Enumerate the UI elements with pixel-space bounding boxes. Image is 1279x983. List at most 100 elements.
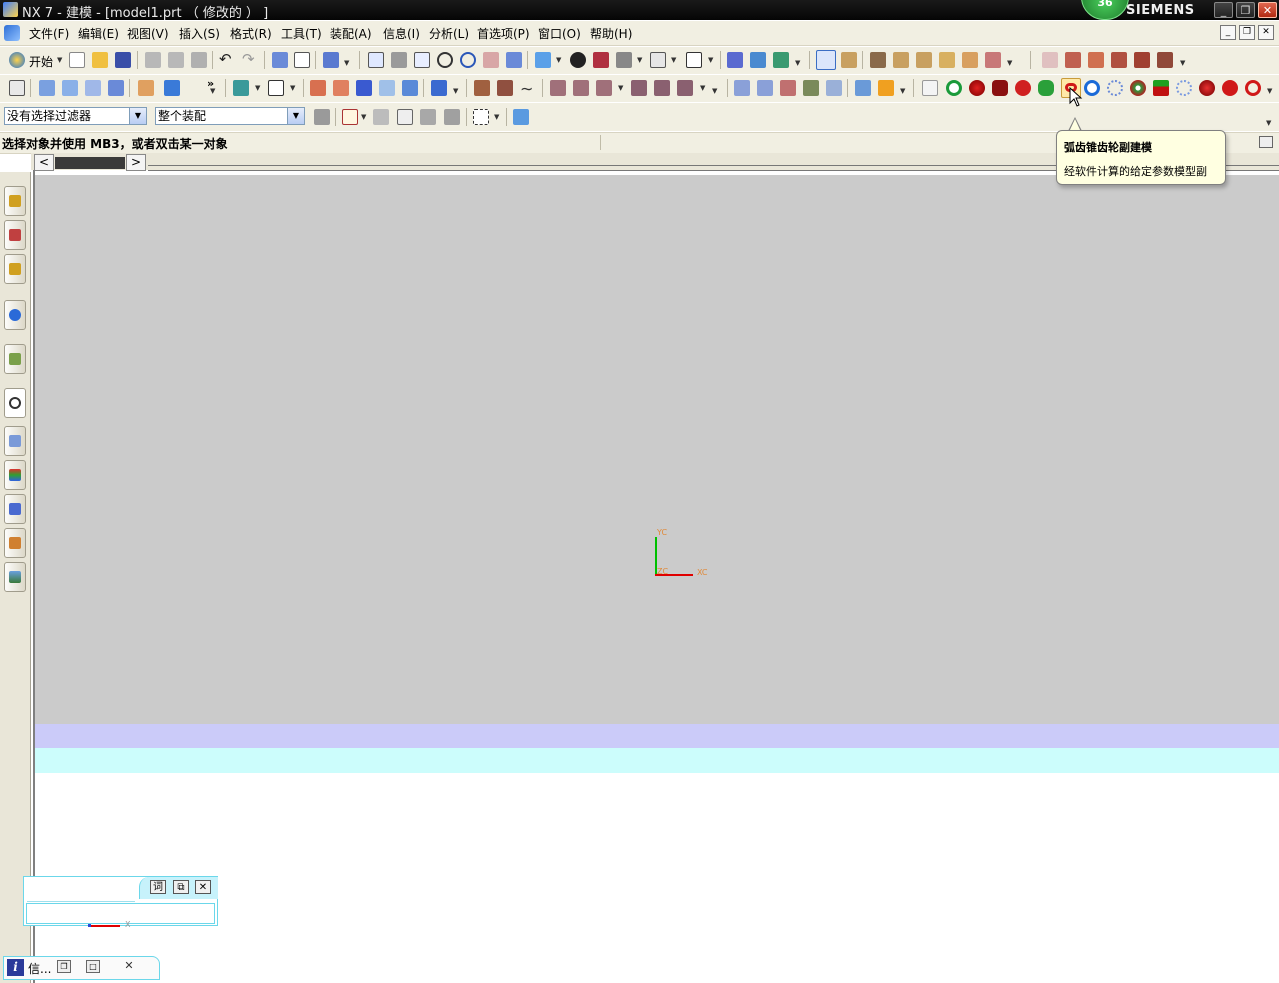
menu-help[interactable]: 帮助(H) [590, 25, 632, 42]
menu-insert[interactable]: 插入(S) [179, 25, 220, 42]
menu-tools[interactable]: 工具(T) [281, 25, 322, 42]
status-toggle-icon[interactable] [1259, 136, 1273, 148]
assembly-navigator-tab[interactable] [4, 186, 26, 216]
save-icon[interactable] [115, 52, 131, 68]
sprocket-icon[interactable] [1107, 80, 1123, 96]
extend-curve-icon[interactable] [654, 80, 670, 96]
deviation-icon[interactable] [1088, 52, 1104, 68]
pad-icon[interactable] [379, 80, 395, 96]
layer-settings-icon[interactable] [650, 52, 666, 68]
gear-train-icon[interactable] [1153, 80, 1169, 96]
notification-badge[interactable]: 36 [1081, 0, 1129, 20]
chevron-down-icon[interactable]: ▼ [129, 108, 146, 124]
new-file-icon[interactable] [69, 52, 85, 68]
ring-gear-icon[interactable] [1084, 80, 1100, 96]
constraint-navigator-tab[interactable] [4, 220, 26, 250]
block-icon[interactable] [108, 80, 124, 96]
chain-icon[interactable] [1245, 80, 1261, 96]
instance-icon[interactable] [431, 80, 447, 96]
start-dropdown-icon[interactable]: ▼ [57, 56, 62, 64]
roles-tab[interactable] [4, 528, 26, 558]
system-scene-tab[interactable] [4, 562, 26, 592]
menu-assembly[interactable]: 装配(A) [330, 25, 372, 42]
examine-geometry-icon[interactable] [985, 52, 1001, 68]
selection-scope-select[interactable]: 整个装配 ▼ [155, 107, 305, 125]
trim-curve-icon[interactable] [631, 80, 647, 96]
graphics-window[interactable]: YC XC ZC [35, 175, 1279, 724]
thicken-icon[interactable] [878, 80, 894, 96]
mini-panel-close-button[interactable]: ✕ [195, 880, 211, 894]
command-finder-icon[interactable] [294, 52, 310, 68]
revolve-icon[interactable] [85, 80, 101, 96]
menu-window[interactable]: 窗口(O) [538, 25, 581, 42]
extrude-icon[interactable] [62, 80, 78, 96]
through-curves-icon[interactable] [734, 80, 750, 96]
n-sided-surface-icon[interactable] [826, 80, 842, 96]
menu-analysis[interactable]: 分析(L) [429, 25, 469, 42]
select-all-icon[interactable] [513, 109, 529, 125]
menu-preferences[interactable]: 首选项(P) [477, 25, 530, 42]
menu-information[interactable]: 信息(I) [383, 25, 420, 42]
gear-pair-icon[interactable] [1130, 80, 1146, 96]
curve-icon[interactable] [474, 80, 490, 96]
menu-view[interactable]: 视图(V) [127, 25, 169, 42]
manufacturing-wizard-tab[interactable] [4, 494, 26, 524]
doc-restore-button[interactable]: ❐ [1239, 25, 1255, 40]
mini-panel-dictionary-button[interactable]: 词 [150, 880, 166, 894]
scroll-thumb[interactable] [55, 157, 125, 169]
undo-icon[interactable]: ↶ [219, 50, 232, 68]
pocket-icon[interactable] [356, 80, 372, 96]
deselect-icon[interactable] [373, 109, 389, 125]
rectangle-select-icon[interactable] [473, 109, 489, 125]
open-file-icon[interactable] [92, 52, 108, 68]
boss-icon[interactable] [333, 80, 349, 96]
render-style-icon[interactable] [570, 52, 586, 68]
info-window-tab[interactable]: i 信... ❐ □ ✕ [3, 956, 160, 980]
mesh-surface-icon[interactable] [757, 80, 773, 96]
spline-icon[interactable] [497, 80, 513, 96]
measure-angle-icon[interactable] [916, 52, 932, 68]
helical-gear-icon[interactable] [969, 80, 985, 96]
worm-gear-icon[interactable] [1038, 80, 1054, 96]
curve-rule-icon[interactable] [420, 109, 436, 125]
swept-icon[interactable] [780, 80, 796, 96]
mini-panel-copy-button[interactable]: ⧉ [173, 880, 189, 894]
chevron-down-icon[interactable]: ▼ [287, 108, 304, 124]
close-button[interactable]: ✕ [1258, 2, 1277, 18]
info-restore-button[interactable]: ❐ [57, 960, 71, 973]
hypoid-gear-icon[interactable] [1222, 80, 1238, 96]
assembly-navigator-icon[interactable] [9, 80, 25, 96]
toolbar-options-icon[interactable]: ▼ [1266, 119, 1271, 127]
info-close-button[interactable]: ✕ [122, 960, 136, 973]
rack-icon[interactable] [992, 80, 1008, 96]
reuse-library-tab[interactable] [4, 300, 26, 330]
select-options-icon[interactable] [323, 52, 339, 68]
scroll-right-button[interactable]: > [126, 154, 146, 171]
internal-gear-icon[interactable] [1199, 80, 1215, 96]
pan-icon[interactable] [483, 52, 499, 68]
measure-length-icon[interactable] [893, 52, 909, 68]
sketch-icon[interactable] [39, 80, 55, 96]
rotate-icon[interactable] [460, 52, 476, 68]
offset-curve-icon[interactable] [573, 80, 589, 96]
repeat-command-icon[interactable] [272, 52, 288, 68]
orient-view-icon[interactable] [535, 52, 551, 68]
gear-toolbar-page-icon[interactable] [922, 80, 938, 96]
doc-minimize-button[interactable]: _ [1220, 25, 1236, 40]
reflection-icon[interactable] [1134, 52, 1150, 68]
slot-icon[interactable] [402, 80, 418, 96]
point-constructor-icon[interactable] [841, 52, 857, 68]
filter-reset-icon[interactable] [314, 109, 330, 125]
shaded-icon[interactable] [593, 52, 609, 68]
datum-axis-icon[interactable] [268, 80, 284, 96]
measure-distance-icon[interactable] [870, 52, 886, 68]
snap-point-icon[interactable] [816, 50, 836, 70]
cut-icon[interactable] [145, 52, 161, 68]
hd3d-tools-tab[interactable] [4, 344, 26, 374]
edge-display-icon[interactable] [616, 52, 632, 68]
bridge-curve-icon[interactable] [677, 80, 693, 96]
sew-icon[interactable] [855, 80, 871, 96]
redo-icon[interactable]: ↷ [242, 50, 255, 68]
bevel-gear-icon[interactable] [1015, 80, 1031, 96]
project-curve-icon[interactable] [596, 80, 612, 96]
